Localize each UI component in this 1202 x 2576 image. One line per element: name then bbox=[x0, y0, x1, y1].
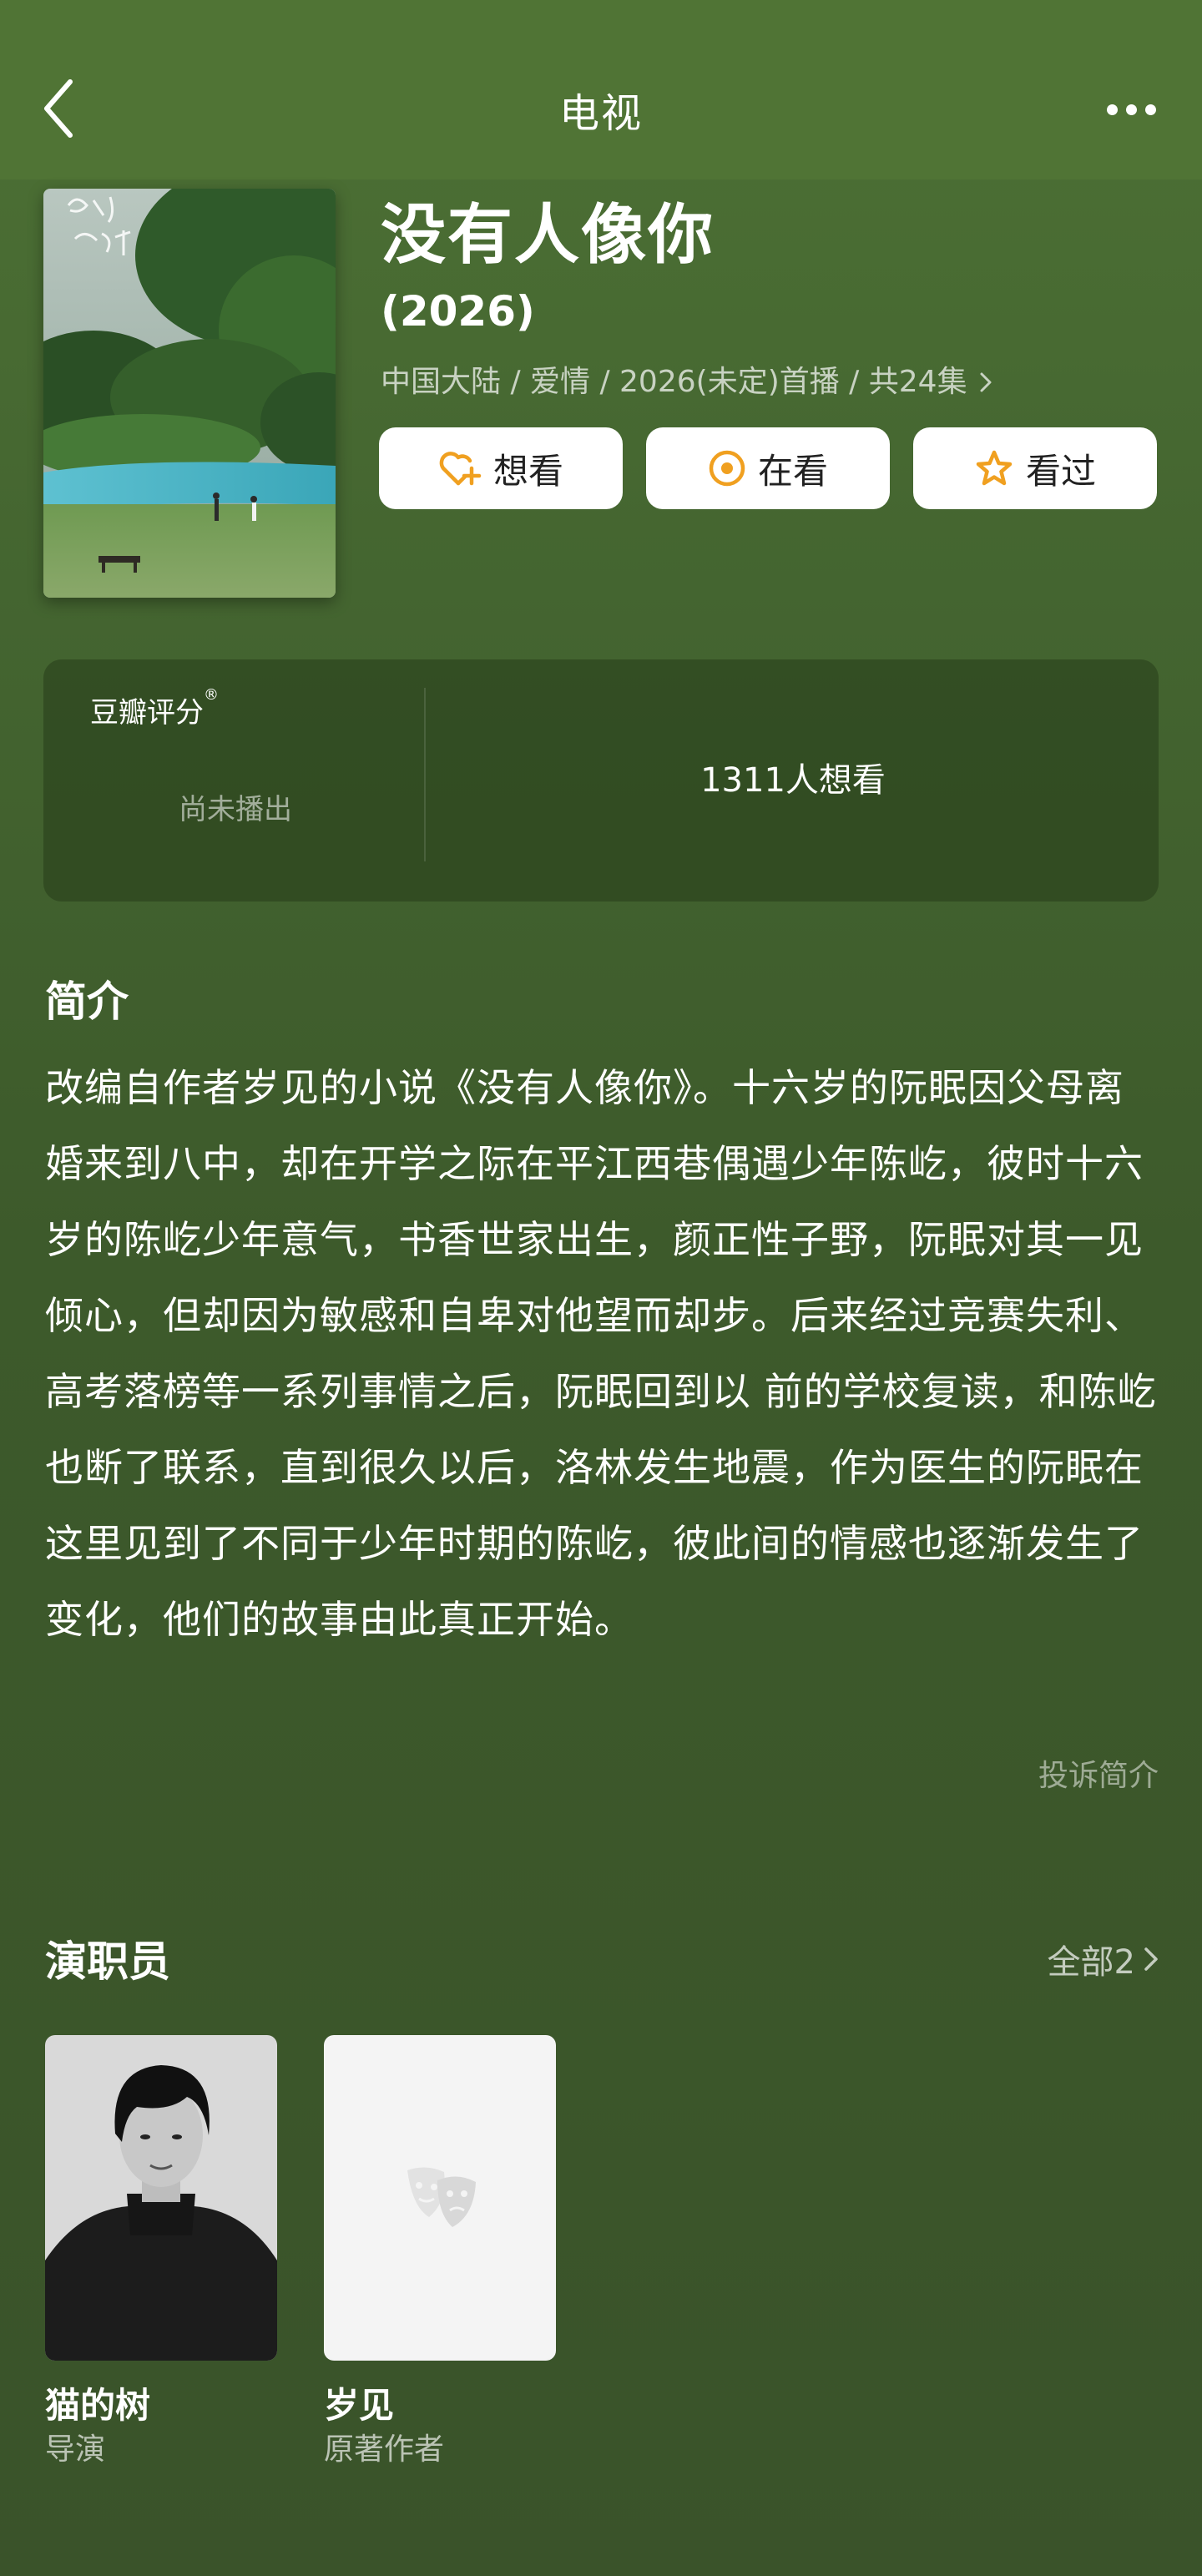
rating-label: 豆瓣评分® bbox=[90, 686, 219, 730]
heart-plus-icon bbox=[439, 452, 482, 486]
cast-role: 原著作者 bbox=[324, 2432, 445, 2467]
cast-all-label: 全部2 bbox=[1047, 1943, 1135, 1982]
cast-all-link[interactable]: 全部2 bbox=[1048, 1935, 1159, 1983]
star-icon bbox=[976, 450, 1013, 486]
chevron-right-icon bbox=[1144, 1947, 1158, 1971]
rating-status: 尚未播出 bbox=[179, 793, 292, 826]
poster-image[interactable] bbox=[43, 189, 336, 598]
report-synopsis-link[interactable]: 投诉简介 bbox=[1038, 1751, 1159, 1795]
chevron-right-icon bbox=[980, 372, 992, 392]
more-dot bbox=[1125, 104, 1137, 115]
person-photo bbox=[45, 2035, 277, 2361]
cast-name: 猫的树 bbox=[45, 2385, 151, 2426]
subject-title: 没有人像你 bbox=[381, 198, 715, 273]
target-circle-icon bbox=[709, 450, 745, 487]
cast-section-title: 演职员 bbox=[45, 1937, 170, 1986]
synopsis-text: 改编自作者岁见的小说《没有人像你》。十六岁的阮眠因父母离婚来到八中，却在开学之际… bbox=[45, 1065, 1157, 1642]
want-to-watch-label: 想看 bbox=[492, 450, 563, 492]
watched-button[interactable]: 看过 bbox=[913, 427, 1157, 509]
nav-bar: 电视 bbox=[0, 0, 1202, 179]
cast-card[interactable]: 猫的树 导演 bbox=[45, 2035, 277, 2471]
watching-label: 在看 bbox=[757, 450, 828, 492]
subject-meta-link[interactable]: 中国大陆 / 爱情 / 2026(未定)首播 / 共24集 bbox=[381, 361, 992, 404]
cast-name: 岁见 bbox=[324, 2385, 395, 2426]
subject-year: (2026) bbox=[381, 287, 535, 336]
rating-card[interactable]: 豆瓣评分® 尚未播出 1311人想看 bbox=[43, 659, 1159, 902]
wish-count: 1311人想看 bbox=[700, 761, 886, 800]
cast-role: 导演 bbox=[45, 2432, 106, 2467]
watching-button[interactable]: 在看 bbox=[646, 427, 890, 509]
rating-label-text: 豆瓣评分 bbox=[90, 696, 204, 730]
cast-photo-placeholder bbox=[324, 2035, 556, 2361]
theater-masks-icon bbox=[407, 2167, 476, 2227]
subject-meta-text: 中国大陆 / 爱情 / 2026(未定)首播 / 共24集 bbox=[381, 365, 967, 399]
trademark-mark: ® bbox=[204, 686, 219, 704]
cast-photo bbox=[45, 2035, 277, 2361]
action-buttons: 想看 在看 看过 bbox=[379, 427, 1157, 509]
more-dots-icon bbox=[1106, 104, 1118, 115]
rating-divider bbox=[424, 688, 426, 861]
poster-illustration bbox=[43, 189, 336, 598]
synopsis-title: 简介 bbox=[45, 977, 129, 1026]
more-dot bbox=[1144, 104, 1156, 115]
watched-label: 看过 bbox=[1025, 450, 1096, 492]
more-options-button[interactable] bbox=[1093, 87, 1169, 132]
page-title: 电视 bbox=[558, 90, 643, 137]
want-to-watch-button[interactable]: 想看 bbox=[379, 427, 623, 509]
cast-card[interactable]: 岁见 原著作者 bbox=[324, 2035, 556, 2471]
